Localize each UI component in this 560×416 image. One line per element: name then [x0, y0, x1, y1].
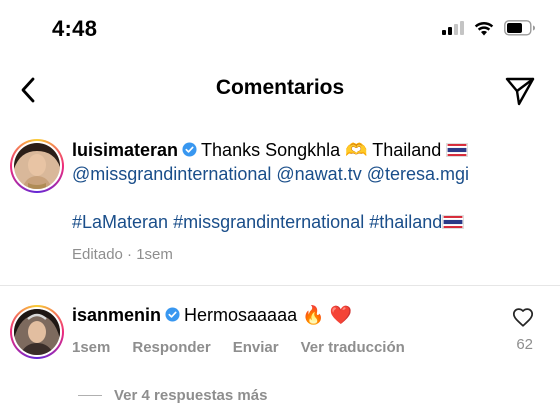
replies-line [78, 395, 102, 396]
heart-outline-icon [512, 308, 534, 327]
share-button[interactable] [504, 75, 536, 107]
thailand-flag-icon [442, 215, 465, 229]
comment-time: 1sem [72, 339, 111, 356]
paper-plane-icon [505, 77, 535, 106]
status-bar: 4:48 [0, 0, 560, 62]
mention-link[interactable]: @nawat.tv [276, 164, 361, 184]
page-title: Comentarios [215, 76, 345, 99]
status-icons [442, 20, 536, 36]
view-replies-label: Ver 4 respuestas más [114, 387, 268, 404]
caption-time: 1sem [136, 246, 173, 263]
hashtag-link[interactable]: #thailand [369, 212, 442, 232]
signal-icon [442, 21, 464, 35]
mention-link[interactable]: @teresa.mgi [367, 164, 469, 184]
divider [0, 285, 560, 286]
verified-badge-icon [165, 307, 180, 322]
reply-button[interactable]: Responder [132, 339, 210, 356]
caption-username[interactable]: luisimateran [72, 140, 178, 160]
comment-actions: 1sem Responder Enviar Ver traducción [72, 339, 405, 356]
caption-author-avatar[interactable] [10, 139, 64, 193]
meta-separator: · [127, 246, 133, 263]
caption-text-1: Thanks Songkhla [201, 140, 341, 160]
heart-hands-emoji: 🫶 [345, 140, 368, 160]
thailand-flag-icon [446, 143, 469, 157]
comment-username[interactable]: isanmenin [72, 305, 161, 325]
comment-text: Hermosaaaaa [184, 305, 298, 325]
mention-link[interactable]: @missgrandinternational [72, 164, 271, 184]
send-button[interactable]: Enviar [233, 339, 279, 356]
translate-button[interactable]: Ver traducción [301, 339, 405, 356]
battery-icon [504, 20, 535, 36]
commenter-avatar[interactable] [10, 305, 64, 359]
caption-meta: Editado · 1sem [72, 246, 173, 263]
hashtag-link[interactable]: #LaMateran [72, 212, 168, 232]
nav-bar: Comentarios [0, 62, 560, 118]
view-replies-button[interactable]: Ver 4 respuestas más [78, 387, 267, 404]
wifi-icon [474, 21, 494, 35]
caption-text-2: Thailand [372, 140, 442, 160]
post-caption: luisimateran Thanks Songkhla 🫶 Thailand @… [72, 138, 542, 234]
status-time: 4:48 [52, 16, 98, 41]
like-count: 62 [516, 336, 533, 353]
verified-badge-icon [182, 142, 197, 157]
comment-emojis: 🔥 ❤️ [302, 305, 352, 325]
hashtag-link[interactable]: #missgrandinternational [173, 212, 364, 232]
comment: isanmenin Hermosaaaaa 🔥 ❤️ [72, 303, 492, 327]
like-button[interactable] [512, 307, 534, 329]
edited-label: Editado [72, 246, 123, 263]
